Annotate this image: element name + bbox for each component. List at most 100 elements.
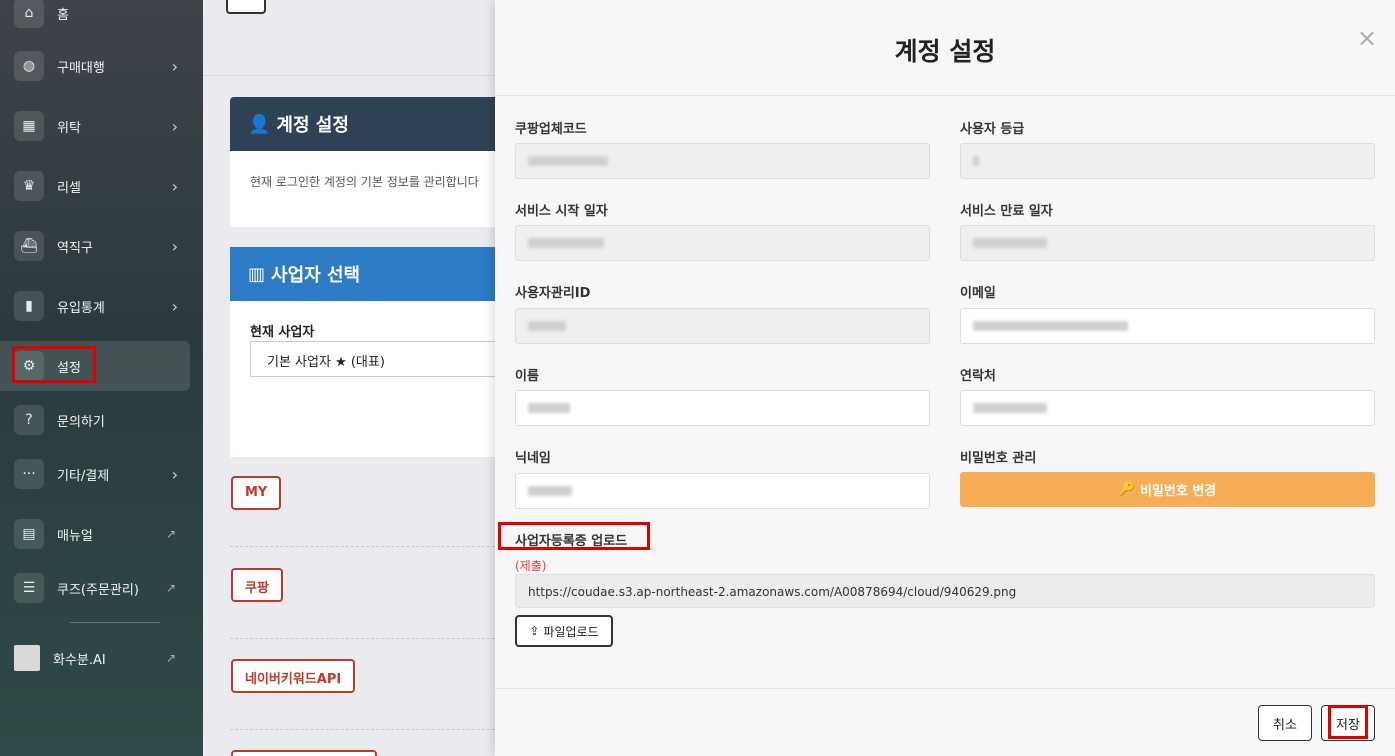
sidebar-item-settings[interactable]: ⚙ 설정 [0, 341, 190, 391]
sidebar-item-purchase-agency[interactable]: ◍ 구매대행 › [0, 41, 190, 91]
business-card: ▥ 사업자 선택 현재 사업자 기본 사업자 ★ (대표) [230, 247, 500, 457]
service-start-field [515, 225, 930, 261]
external-link-icon: ↗ [165, 527, 176, 541]
modal-footer: 취소 저장 [495, 688, 1395, 756]
file-upload-label: 파일업로드 [543, 624, 599, 639]
contact-label: 연락처 [960, 369, 996, 384]
list-check-icon: ☰ [14, 573, 44, 603]
tag-naver-keyword-api-button[interactable]: 네이버키워드API [231, 659, 356, 693]
chevron-right-icon: › [171, 464, 178, 484]
account-card-title: 계정 설정 [276, 115, 349, 136]
nickname-label: 닉네임 [515, 451, 551, 466]
divider [230, 638, 500, 639]
sidebar: ⌂ 홈 ◍ 구매대행 › ▦ 위탁 › ♛ 리셀 › ⛴ 역직구 › ▮ 유입통… [0, 0, 203, 756]
key-icon: 🔑 [1118, 482, 1135, 497]
sidebar-item-manual[interactable]: ▤ 매뉴얼 ↗ [0, 509, 190, 559]
upload-icon: ⇪ [529, 624, 540, 638]
sidebar-item-label: 문의하기 [57, 414, 105, 430]
sidebar-item-order-management[interactable]: ☰ 쿠즈(주문관리) ↗ [0, 563, 190, 613]
store-icon: ▦ [14, 111, 44, 141]
service-start-label: 서비스 시작 일자 [515, 204, 608, 219]
sidebar-item-label: 유입통계 [57, 300, 105, 316]
nickname-field[interactable] [515, 473, 930, 509]
account-card-header: 👤 계정 설정 [230, 97, 500, 151]
tag-my-button[interactable]: MY [231, 476, 282, 510]
sidebar-item-label: 리셀 [57, 180, 81, 196]
email-field[interactable] [960, 308, 1375, 344]
ship-icon: ⛴ [14, 231, 44, 261]
business-license-url-field: https://coudae.s3.ap-northeast-2.amazona… [515, 574, 1375, 608]
ai-logo-icon [14, 645, 40, 671]
home-icon: ⌂ [14, 0, 44, 28]
sidebar-item-etc-payment[interactable]: ··· 기타/결제 › [0, 449, 190, 499]
sidebar-divider [70, 622, 160, 623]
sidebar-item-consignment[interactable]: ▦ 위탁 › [0, 101, 190, 151]
external-link-icon: ↗ [165, 651, 176, 665]
bar-chart-icon: ▮ [14, 291, 44, 321]
admin-id-label: 사용자관리ID [515, 286, 591, 301]
account-settings-modal: 계정 설정 × 쿠팡업체코드 사용자 등급 서비스 시작 일자 서비스 만료 일… [495, 0, 1395, 756]
file-upload-button[interactable]: ⇪ 파일업로드 [515, 615, 613, 647]
save-button[interactable]: 저장 [1321, 705, 1375, 741]
close-icon[interactable]: × [1357, 24, 1377, 52]
sidebar-item-label: 쿠즈(주문관리) [57, 582, 139, 598]
contact-field[interactable] [960, 390, 1375, 426]
service-end-field [960, 225, 1375, 261]
crown-icon: ♛ [14, 171, 44, 201]
sidebar-item-traffic-stats[interactable]: ▮ 유입통계 › [0, 281, 190, 331]
sidebar-item-label: 홈 [57, 7, 69, 23]
more-icon: ··· [14, 459, 44, 489]
business-license-upload-label: 사업자등록증 업로드 [515, 534, 628, 549]
cancel-button[interactable]: 취소 [1258, 705, 1312, 741]
business-select[interactable]: 기본 사업자 ★ (대표) [250, 341, 500, 377]
sidebar-item-label: 위탁 [57, 120, 81, 136]
change-password-label: 비밀번호 변경 [1139, 484, 1217, 499]
sidebar-item-label: 구매대행 [57, 60, 105, 76]
user-grade-field [960, 143, 1375, 179]
menu-toggle-button[interactable] [226, 0, 266, 14]
modal-body: 쿠팡업체코드 사용자 등급 서비스 시작 일자 서비스 만료 일자 사용자관리I… [495, 96, 1395, 688]
sidebar-item-ai[interactable]: 화수분.AI ↗ [0, 633, 190, 683]
current-business-label: 현재 사업자 [250, 325, 315, 340]
business-card-title: 사업자 선택 [271, 265, 361, 286]
modal-title: 계정 설정 [894, 37, 996, 66]
chevron-right-icon: › [171, 56, 178, 76]
name-label: 이름 [515, 369, 539, 384]
sidebar-item-label: 화수분.AI [53, 652, 106, 668]
modal-header: 계정 설정 × [495, 0, 1395, 96]
question-icon: ? [14, 405, 44, 435]
tag-coupang-button[interactable]: 쿠팡 [231, 568, 283, 602]
gear-icon: ⚙ [14, 351, 44, 381]
chevron-right-icon: › [171, 296, 178, 316]
external-link-icon: ↗ [165, 581, 176, 595]
sidebar-item-label: 기타/결제 [57, 468, 110, 484]
account-card-description: 현재 로그인한 계정의 기본 정보를 관리합니다 [250, 175, 479, 189]
sidebar-item-label: 역직구 [57, 240, 93, 256]
email-label: 이메일 [960, 286, 996, 301]
globe-icon: ◍ [14, 51, 44, 81]
user-icon: 👤 [248, 113, 271, 135]
name-field[interactable] [515, 390, 930, 426]
divider [230, 729, 500, 730]
password-label: 비밀번호 관리 [960, 451, 1037, 466]
chevron-right-icon: › [171, 176, 178, 196]
building-icon: ▥ [248, 263, 266, 285]
sidebar-item-inquiry[interactable]: ? 문의하기 [0, 395, 190, 445]
divider [230, 546, 500, 547]
sidebar-item-label: 설정 [57, 360, 81, 376]
coupang-code-label: 쿠팡업체코드 [515, 122, 587, 137]
account-card: 👤 계정 설정 현재 로그인한 계정의 기본 정보를 관리합니다 [230, 97, 500, 227]
book-icon: ▤ [14, 519, 44, 549]
chevron-right-icon: › [171, 236, 178, 256]
submission-status: (제출) [515, 559, 547, 573]
sidebar-item-resell[interactable]: ♛ 리셀 › [0, 161, 190, 211]
sidebar-item-reverse-purchase[interactable]: ⛴ 역직구 › [0, 221, 190, 271]
service-end-label: 서비스 만료 일자 [960, 204, 1053, 219]
business-card-header: ▥ 사업자 선택 [230, 247, 500, 301]
chevron-right-icon: › [171, 116, 178, 136]
sidebar-item-label: 매뉴얼 [57, 528, 93, 544]
tag-next-button[interactable] [231, 750, 377, 756]
user-grade-label: 사용자 등급 [960, 122, 1025, 137]
change-password-button[interactable]: 🔑 비밀번호 변경 [960, 472, 1375, 507]
sidebar-item-home[interactable]: ⌂ 홈 [0, 0, 190, 38]
